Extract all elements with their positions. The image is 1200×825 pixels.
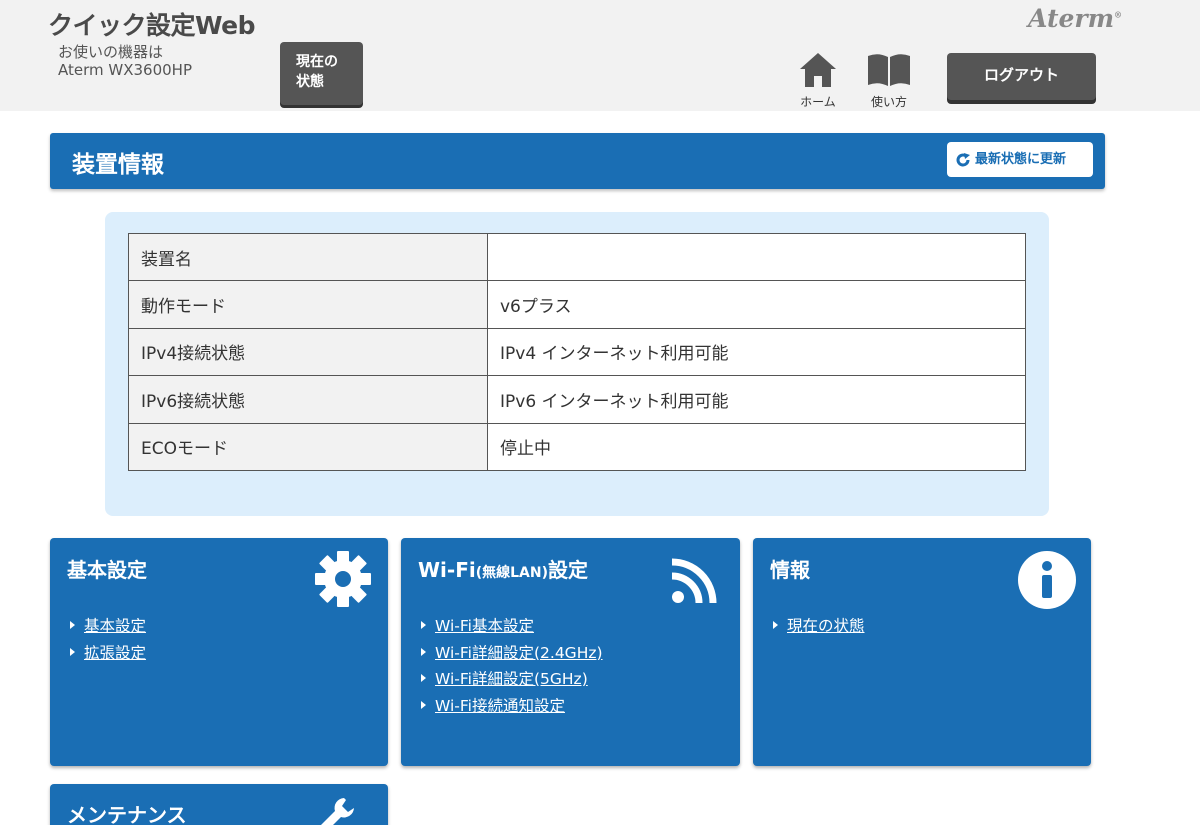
home-label: ホーム <box>800 95 836 109</box>
card-title: 基本設定 <box>67 558 147 582</box>
device-label: お使いの機器は <box>58 43 164 61</box>
table-row: 装置名 <box>128 232 1026 282</box>
row-key: ECOモード <box>128 422 488 471</box>
table-row: ECOモード 停止中 <box>128 422 1026 471</box>
refresh-icon <box>956 153 970 167</box>
home-icon <box>800 53 836 87</box>
info-card: 情報 現在の状態 <box>753 538 1091 766</box>
list-item: 基本設定 <box>70 614 146 641</box>
table-row: IPv4接続状態 IPv4 インターネット利用可能 <box>128 327 1026 377</box>
card-title: メンテナンス <box>67 803 187 825</box>
refresh-button[interactable]: 最新状態に更新 <box>947 142 1093 177</box>
home-nav-button[interactable]: ホーム <box>793 52 843 110</box>
link-basic-settings[interactable]: 基本設定 <box>84 617 146 635</box>
row-value <box>487 232 1026 282</box>
wifi-icon <box>671 558 717 604</box>
list-item: 拡張設定 <box>70 641 146 668</box>
info-links: 現在の状態 <box>773 614 865 641</box>
table-row: 動作モード v6プラス <box>128 280 1026 329</box>
current-status-button[interactable]: 現在の 状態 <box>280 42 363 105</box>
row-value: IPv6 インターネット利用可能 <box>487 375 1026 424</box>
basic-settings-links: 基本設定 拡張設定 <box>70 614 146 667</box>
list-item: Wi-Fi詳細設定(2.4GHz) <box>421 641 603 668</box>
book-icon <box>868 54 910 86</box>
card-title: 情報 <box>770 558 810 582</box>
row-value: v6プラス <box>487 280 1026 329</box>
link-wifi-basic[interactable]: Wi-Fi基本設定 <box>435 617 534 635</box>
header: クイック設定Web お使いの機器は Aterm WX3600HP 現在の 状態 … <box>0 0 1200 111</box>
card-title: Wi-Fi(無線LAN)設定 <box>418 554 588 583</box>
wifi-title-small: (無線LAN) <box>475 565 549 581</box>
maintenance-card: メンテナンス <box>50 784 388 825</box>
list-item: Wi-Fi接続通知設定 <box>421 694 603 721</box>
guide-label: 使い方 <box>870 95 907 109</box>
link-wifi-24ghz[interactable]: Wi-Fi詳細設定(2.4GHz) <box>435 644 603 662</box>
list-item: Wi-Fi詳細設定(5GHz) <box>421 667 603 694</box>
row-value: IPv4 インターネット利用可能 <box>487 327 1026 377</box>
row-key: IPv4接続状態 <box>128 327 488 377</box>
app-title: クイック設定Web <box>48 11 256 40</box>
device-info-table: 装置名 動作モード v6プラス IPv4接続状態 IPv4 インターネット利用可… <box>128 232 1026 471</box>
device-name: Aterm WX3600HP <box>58 61 192 79</box>
logout-button[interactable]: ログアウト <box>947 53 1096 100</box>
row-key: 装置名 <box>128 232 488 282</box>
row-key: 動作モード <box>128 280 488 329</box>
wifi-settings-card: Wi-Fi(無線LAN)設定 Wi-Fi基本設定 Wi-Fi詳細設定(2.4GH… <box>401 538 740 766</box>
refresh-label: 最新状態に更新 <box>975 152 1067 167</box>
list-item: Wi-Fi基本設定 <box>421 614 603 641</box>
wifi-settings-links: Wi-Fi基本設定 Wi-Fi詳細設定(2.4GHz) Wi-Fi詳細設定(5G… <box>421 614 603 720</box>
row-key: IPv6接続状態 <box>128 375 488 424</box>
link-current-status[interactable]: 現在の状態 <box>787 617 865 635</box>
logo-text: Aterm <box>1028 4 1115 33</box>
gear-icon <box>315 551 371 607</box>
page-title: 装置情報 <box>72 152 164 178</box>
info-icon <box>1018 551 1076 609</box>
table-row: IPv6接続状態 IPv6 インターネット利用可能 <box>128 375 1026 424</box>
aterm-logo: Aterm® <box>1028 4 1123 33</box>
list-item: 現在の状態 <box>773 614 865 641</box>
basic-settings-card: 基本設定 基本設定 拡張設定 <box>50 538 388 766</box>
wifi-title-suffix: 設定 <box>548 558 589 582</box>
section-header: 装置情報 最新状態に更新 <box>50 133 1105 189</box>
link-advanced-settings[interactable]: 拡張設定 <box>84 644 146 662</box>
wrench-icon <box>321 798 354 825</box>
guide-nav-button[interactable]: 使い方 <box>864 52 914 110</box>
row-value: 停止中 <box>487 422 1026 471</box>
link-wifi-notify[interactable]: Wi-Fi接続通知設定 <box>435 697 565 715</box>
link-wifi-5ghz[interactable]: Wi-Fi詳細設定(5GHz) <box>435 670 588 688</box>
wifi-title-main: Wi-Fi <box>418 558 476 582</box>
